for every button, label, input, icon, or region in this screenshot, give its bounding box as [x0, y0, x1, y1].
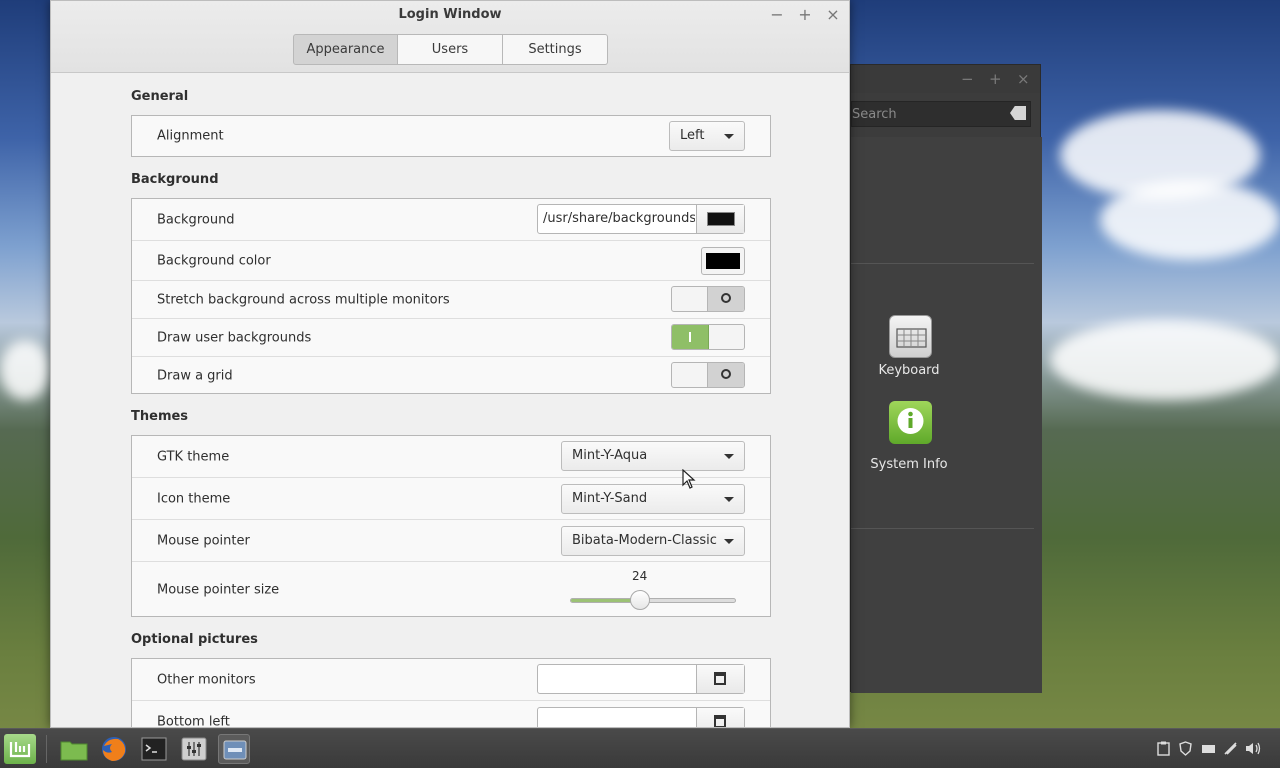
- bottom-left-row: Bottom left: [132, 700, 770, 728]
- user-backgrounds-label: Draw user backgrounds: [157, 330, 312, 345]
- login-window: Login Window − + × Appearance Users Sett…: [50, 0, 850, 728]
- bottom-left-label: Bottom left: [157, 714, 230, 728]
- tab-appearance[interactable]: Appearance: [293, 34, 398, 65]
- chevron-down-icon: [724, 454, 734, 459]
- slider-handle[interactable]: [630, 590, 650, 610]
- bottom-left-browse-button[interactable]: [696, 708, 744, 727]
- pointer-size-slider[interactable]: [570, 598, 736, 603]
- off-icon: [721, 369, 731, 379]
- gtk-theme-dropdown[interactable]: Mint-Y-Aqua: [561, 441, 745, 471]
- terminal-icon[interactable]: [138, 734, 170, 764]
- background-row: Background /usr/share/backgrounds/: [132, 199, 770, 240]
- stretch-row: Stretch background across multiple monit…: [132, 280, 770, 318]
- background-browse-button[interactable]: [696, 205, 744, 233]
- user-backgrounds-toggle[interactable]: [671, 324, 745, 350]
- chevron-down-icon: [724, 539, 734, 544]
- shield-icon[interactable]: [1178, 741, 1193, 756]
- grid-label: Draw a grid: [157, 368, 233, 383]
- browse-icon: [714, 672, 726, 685]
- other-monitors-file-chooser[interactable]: [537, 664, 745, 694]
- chevron-down-icon: [724, 497, 734, 502]
- search-input[interactable]: Search: [851, 101, 1031, 127]
- taskbar-separator: [46, 735, 47, 763]
- pointer-size-row: Mouse pointer size 24: [132, 561, 770, 616]
- settings-icon[interactable]: [178, 734, 210, 764]
- grid-toggle[interactable]: [671, 362, 745, 388]
- background-label: Background: [157, 212, 235, 227]
- window-title: Login Window: [398, 7, 502, 22]
- alignment-row: Alignment Left: [132, 116, 770, 156]
- chevron-down-icon: [724, 134, 734, 139]
- stretch-label: Stretch background across multiple monit…: [157, 292, 450, 307]
- close-button[interactable]: ×: [1017, 70, 1030, 88]
- stretch-toggle[interactable]: [671, 286, 745, 312]
- section-title-themes: Themes: [131, 409, 189, 424]
- mouse-pointer-label: Mouse pointer: [157, 533, 250, 548]
- tab-settings[interactable]: Settings: [503, 34, 608, 65]
- minimize-button[interactable]: −: [769, 5, 785, 24]
- background-color-button[interactable]: [701, 247, 745, 275]
- gtk-theme-row: GTK theme Mint-Y-Aqua: [132, 436, 770, 477]
- on-icon: [689, 332, 691, 342]
- login-window-icon[interactable]: [218, 734, 250, 764]
- gtk-theme-label: GTK theme: [157, 449, 230, 464]
- system-settings-window: − + × Search Keyboard System Info: [850, 64, 1042, 693]
- pointer-size-value: 24: [632, 569, 648, 583]
- background-box: Background /usr/share/backgrounds/ Backg…: [131, 198, 771, 394]
- alignment-dropdown[interactable]: Left: [669, 121, 745, 151]
- tab-bar: Appearance Users Settings: [293, 34, 608, 65]
- system-info-label[interactable]: System Info: [854, 457, 964, 472]
- off-icon: [721, 293, 731, 303]
- keyboard-label[interactable]: Keyboard: [854, 363, 964, 378]
- other-monitors-label: Other monitors: [157, 672, 256, 687]
- system-settings-titlebar: − + ×: [851, 65, 1040, 93]
- close-button[interactable]: ×: [825, 5, 841, 24]
- browse-icon: [714, 715, 726, 727]
- keyboard-icon[interactable]: [889, 315, 932, 358]
- mint-menu-icon[interactable]: [4, 734, 36, 764]
- icon-theme-row: Icon theme Mint-Y-Sand: [132, 477, 770, 519]
- taskbar: [0, 728, 1280, 768]
- clear-search-icon[interactable]: [1010, 106, 1026, 120]
- keyboard-layout-icon[interactable]: [1201, 741, 1216, 756]
- general-box: Alignment Left: [131, 115, 771, 157]
- icon-theme-dropdown[interactable]: Mint-Y-Sand: [561, 484, 745, 514]
- background-color-row: Background color: [132, 240, 770, 280]
- background-file-chooser[interactable]: /usr/share/backgrounds/: [537, 204, 745, 234]
- firefox-icon[interactable]: [98, 734, 130, 764]
- volume-icon[interactable]: [1245, 741, 1263, 756]
- bottom-left-file-chooser[interactable]: [537, 707, 745, 727]
- user-backgrounds-row: Draw user backgrounds: [132, 318, 770, 356]
- background-thumbnail-icon: [707, 212, 735, 226]
- window-header: Login Window − + × Appearance Users Sett…: [51, 1, 849, 73]
- background-path: /usr/share/backgrounds/: [543, 211, 695, 226]
- clipboard-icon[interactable]: [1156, 741, 1171, 756]
- section-title-background: Background: [131, 172, 219, 187]
- network-icon[interactable]: [1223, 741, 1238, 756]
- tab-users[interactable]: Users: [398, 34, 503, 65]
- info-icon[interactable]: [889, 401, 932, 444]
- optional-pictures-box: Other monitors Bottom left: [131, 658, 771, 728]
- mouse-pointer-row: Mouse pointer Bibata-Modern-Classic: [132, 519, 770, 561]
- color-swatch: [706, 253, 740, 269]
- themes-box: GTK theme Mint-Y-Aqua Icon theme Mint-Y-…: [131, 435, 771, 617]
- mouse-pointer-dropdown[interactable]: Bibata-Modern-Classic: [561, 526, 745, 556]
- pointer-size-label: Mouse pointer size: [157, 582, 280, 598]
- grid-row: Draw a grid: [132, 356, 770, 394]
- maximize-button[interactable]: +: [797, 5, 813, 24]
- minimize-button[interactable]: −: [961, 70, 974, 88]
- maximize-button[interactable]: +: [989, 70, 1002, 88]
- other-monitors-row: Other monitors: [132, 659, 770, 700]
- other-monitors-browse-button[interactable]: [696, 665, 744, 693]
- mouse-cursor-icon: [682, 469, 696, 489]
- background-color-label: Background color: [157, 253, 271, 268]
- icon-theme-label: Icon theme: [157, 491, 231, 506]
- section-title-general: General: [131, 89, 189, 104]
- files-icon[interactable]: [58, 734, 90, 764]
- section-title-optional-pictures: Optional pictures: [131, 632, 258, 647]
- alignment-label: Alignment: [157, 128, 224, 144]
- settings-content: Keyboard System Info: [851, 137, 1042, 693]
